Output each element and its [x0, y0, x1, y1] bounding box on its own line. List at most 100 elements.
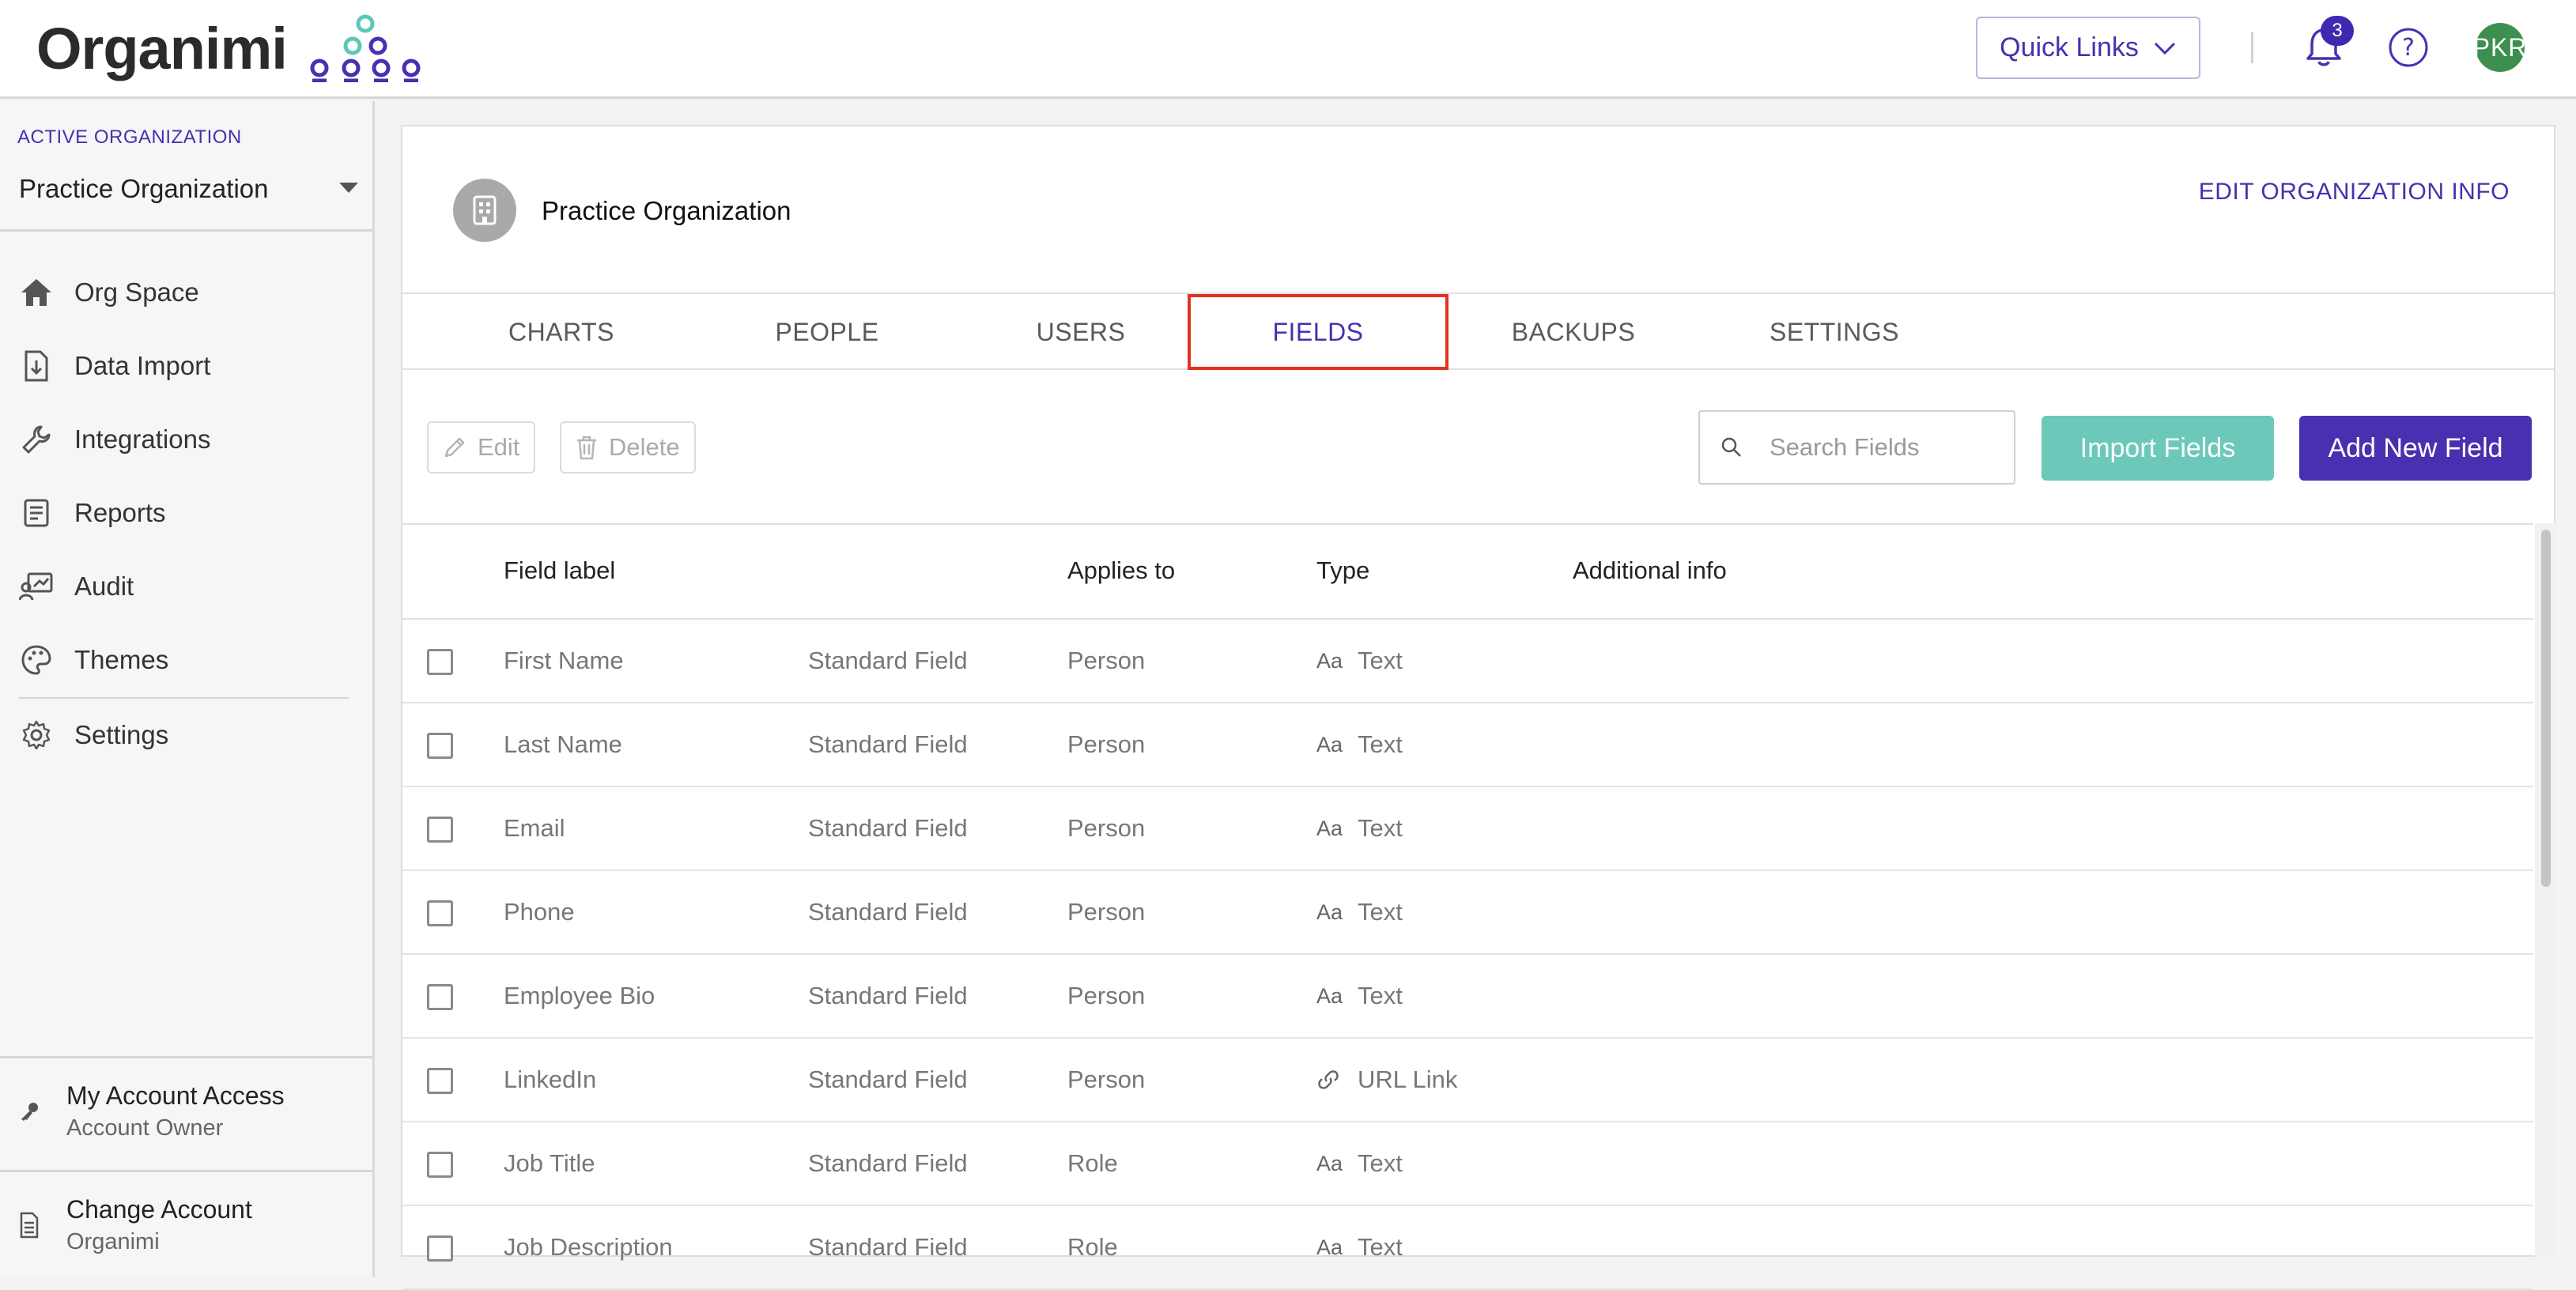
field-type-label: Text: [1358, 1233, 1403, 1261]
current-account-name: Organimi: [66, 1229, 160, 1254]
field-type: Aa Text: [1316, 730, 1403, 759]
field-label: Phone: [504, 898, 575, 926]
tab-fields[interactable]: FIELDS: [1188, 294, 1449, 370]
import-fields-button[interactable]: Import Fields: [2042, 416, 2274, 481]
edit-organization-info-link[interactable]: EDIT ORGANIZATION INFO: [2199, 179, 2510, 206]
row-checkbox[interactable]: [427, 984, 453, 1010]
org-tabs: CHARTS PEOPLE USERS FIELDS BACKUPS SETTI…: [402, 292, 2554, 370]
wrench-icon: [19, 422, 54, 457]
key-icon: [19, 1101, 40, 1122]
column-header-applies-to[interactable]: Applies to: [1067, 556, 1175, 585]
field-type: Aa Text: [1316, 1233, 1403, 1262]
table-row[interactable]: Job Title Standard Field Role Aa Text: [402, 1122, 2533, 1206]
sidebar-item-label: Org Space: [74, 277, 199, 307]
delete-field-button[interactable]: Delete: [560, 421, 696, 473]
field-applies-to: Role: [1067, 1233, 1118, 1261]
table-row[interactable]: Job Description Standard Field Role Aa T…: [402, 1206, 2533, 1290]
table-row[interactable]: Phone Standard Field Person Aa Text: [402, 871, 2533, 955]
my-account-access[interactable]: My Account Access Account Owner: [19, 1081, 285, 1141]
field-applies-to: Person: [1067, 647, 1146, 674]
field-label: LinkedIn: [504, 1066, 597, 1093]
field-type: Aa Text: [1316, 647, 1403, 675]
change-account[interactable]: Change Account Organimi: [19, 1195, 252, 1255]
add-new-field-button[interactable]: Add New Field: [2299, 416, 2532, 481]
notification-count-badge: 3: [2321, 16, 2354, 46]
tab-users[interactable]: USERS: [1018, 294, 1144, 370]
tab-settings[interactable]: SETTINGS: [1751, 294, 1917, 370]
table-row[interactable]: Last Name Standard Field Person Aa Text: [402, 703, 2533, 787]
row-checkbox[interactable]: [427, 733, 453, 759]
search-fields-input[interactable]: [1770, 433, 1991, 462]
row-checkbox[interactable]: [427, 1235, 453, 1262]
help-icon[interactable]: ?: [2388, 27, 2429, 68]
row-checkbox[interactable]: [427, 1152, 453, 1178]
table-scrollbar-thumb[interactable]: [2541, 530, 2551, 887]
table-row[interactable]: First Name Standard Field Person Aa Text: [402, 620, 2533, 703]
column-header-additional-info[interactable]: Additional info: [1573, 556, 1727, 585]
sidebar-item-data-import[interactable]: Data Import: [19, 342, 210, 390]
sidebar-item-label: Settings: [74, 720, 169, 749]
report-icon: [19, 496, 54, 530]
sidebar-item-reports[interactable]: Reports: [19, 489, 166, 537]
sidebar-item-integrations[interactable]: Integrations: [19, 416, 210, 463]
text-type-icon: Aa: [1316, 816, 1343, 840]
user-avatar[interactable]: PKR: [2476, 23, 2525, 72]
field-category: Standard Field: [808, 730, 968, 758]
text-type-icon: Aa: [1316, 900, 1343, 924]
sidebar-item-label: Audit: [74, 571, 134, 601]
sidebar-divider: [0, 229, 372, 232]
gear-icon: [19, 718, 54, 752]
field-applies-to: Role: [1067, 1149, 1118, 1177]
column-header-field-label[interactable]: Field label: [504, 556, 615, 585]
field-type-label: URL Link: [1358, 1066, 1458, 1093]
text-type-icon: Aa: [1316, 983, 1343, 1008]
field-type-label: Text: [1358, 730, 1403, 758]
table-header: Field label Applies to Type Additional i…: [402, 523, 2533, 620]
sidebar-item-themes[interactable]: Themes: [19, 636, 168, 684]
logo-text: Organimi: [36, 15, 288, 81]
table-row[interactable]: Employee Bio Standard Field Person Aa Te…: [402, 955, 2533, 1039]
tab-backups[interactable]: BACKUPS: [1498, 294, 1649, 370]
row-checkbox[interactable]: [427, 900, 453, 926]
sidebar-item-org-space[interactable]: Org Space: [19, 269, 199, 316]
link-icon: [1316, 1068, 1342, 1092]
chevron-down-icon: [2153, 41, 2177, 55]
field-category: Standard Field: [808, 647, 968, 674]
row-checkbox[interactable]: [427, 1068, 453, 1094]
text-type-icon: Aa: [1316, 1235, 1343, 1259]
top-bar: Organimi Quick Links 3 ? PKR: [0, 0, 2576, 99]
search-icon: [1720, 436, 1743, 458]
table-row[interactable]: Email Standard Field Person Aa Text: [402, 787, 2533, 871]
fields-table: Field label Applies to Type Additional i…: [402, 523, 2533, 1290]
sidebar: ACTIVE ORGANIZATION Practice Organizatio…: [0, 101, 375, 1277]
topbar-divider: [2251, 32, 2253, 63]
field-category: Standard Field: [808, 814, 968, 842]
caret-down-icon: [338, 182, 359, 194]
edit-label: Edit: [478, 433, 520, 461]
tab-charts[interactable]: CHARTS: [502, 294, 621, 370]
delete-label: Delete: [609, 433, 680, 461]
sidebar-item-label: Themes: [74, 645, 169, 674]
active-organization-value: Practice Organization: [19, 174, 269, 203]
field-type-label: Text: [1358, 814, 1403, 842]
table-row[interactable]: LinkedIn Standard Field Person URL Link: [402, 1039, 2533, 1122]
organimi-logo[interactable]: Organimi: [36, 14, 423, 82]
row-checkbox[interactable]: [427, 817, 453, 843]
field-applies-to: Person: [1067, 814, 1146, 842]
field-applies-to: Person: [1067, 982, 1146, 1009]
sidebar-item-label: Data Import: [74, 351, 211, 380]
field-type: Aa Text: [1316, 814, 1403, 843]
field-label: Job Title: [504, 1149, 595, 1177]
sidebar-item-audit[interactable]: Audit: [19, 563, 134, 610]
sidebar-item-label: Reports: [74, 498, 166, 527]
tab-people[interactable]: PEOPLE: [760, 294, 894, 370]
field-type-label: Text: [1358, 647, 1403, 674]
column-header-type[interactable]: Type: [1316, 556, 1369, 585]
edit-field-button[interactable]: Edit: [427, 421, 536, 473]
quick-links-button[interactable]: Quick Links: [1976, 17, 2200, 79]
field-category: Standard Field: [808, 1149, 968, 1177]
sidebar-item-settings[interactable]: Settings: [19, 711, 168, 759]
change-account-title: Change Account: [66, 1195, 252, 1224]
row-checkbox[interactable]: [427, 649, 453, 675]
active-organization-select[interactable]: Practice Organization: [19, 174, 359, 213]
